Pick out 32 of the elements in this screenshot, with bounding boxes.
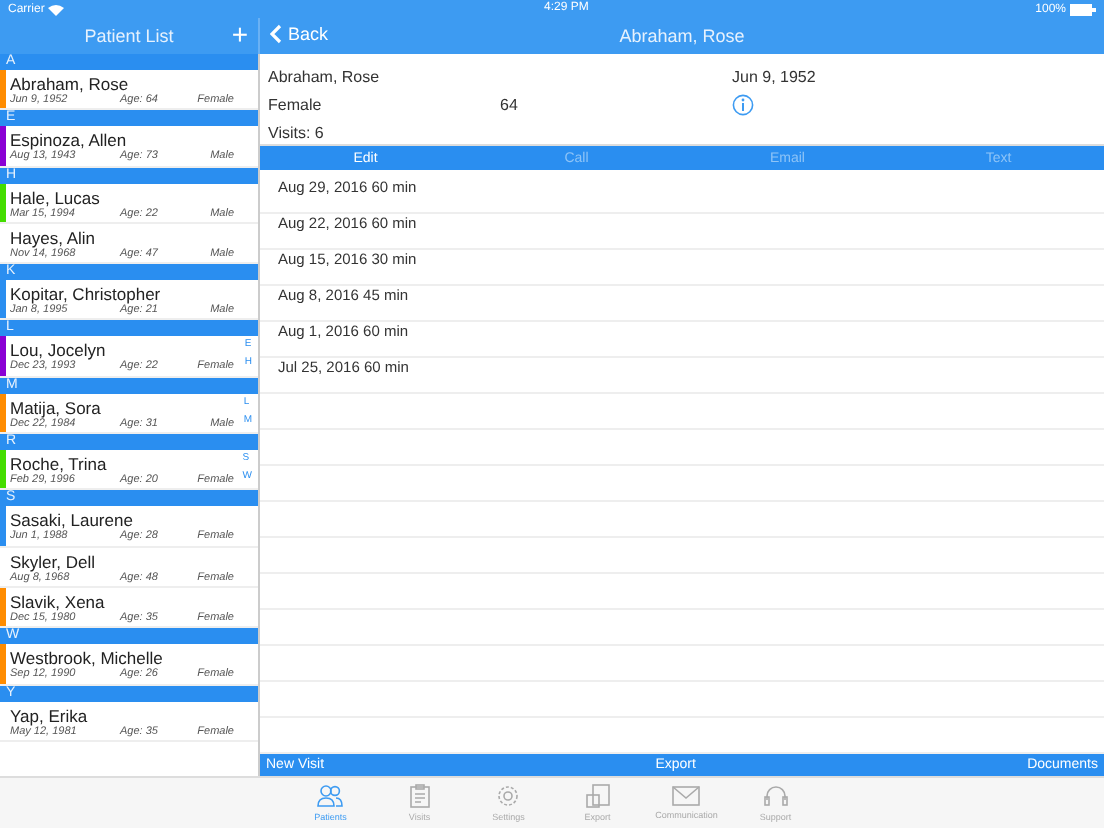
sidebar-title: Patient List [84,26,174,46]
document-icon [585,784,610,808]
clipboard-icon [409,784,430,808]
patient-name: Yap, Erika [10,705,88,726]
patient-dob: Jun 9, 1952 [732,67,816,85]
detail-title: Abraham, Rose [619,26,745,46]
settings-icon [496,784,521,808]
patient-name: Hale, Lucas [10,187,100,208]
patient-age: 64 [500,95,520,113]
people-icon [316,784,345,808]
info-icon[interactable] [732,93,754,115]
patient-name: Abraham, Rose [268,67,382,85]
patient-name: Sasaki, Laurene [10,510,133,531]
chevron-left-icon [270,24,282,44]
add-button[interactable]: + [231,18,248,50]
back-button[interactable]: Back [270,24,329,44]
patient-name: Abraham, Rose [10,74,129,94]
patient-name: Skyler, Dell [10,551,96,572]
envelope-icon [672,786,701,806]
patient-sex: Female [268,95,324,113]
patient-name: Roche, Trina [10,454,107,475]
battery-icon [1070,3,1096,15]
headset-icon [763,784,788,808]
patient-name: Lou, Jocelyn [10,340,106,361]
patient-name: Espinoza, Allen [10,130,127,151]
patient-name: Hayes, Alin [10,227,96,248]
patient-name: Westbrook, Michelle [10,648,163,669]
wifi-icon [48,3,65,15]
visit-count: Visits: 6 [268,123,326,141]
patient-name: Slavik, Xena [10,591,105,612]
patient-name: Kopitar, Christopher [10,284,161,305]
patient-name: Matija, Sora [10,397,101,418]
